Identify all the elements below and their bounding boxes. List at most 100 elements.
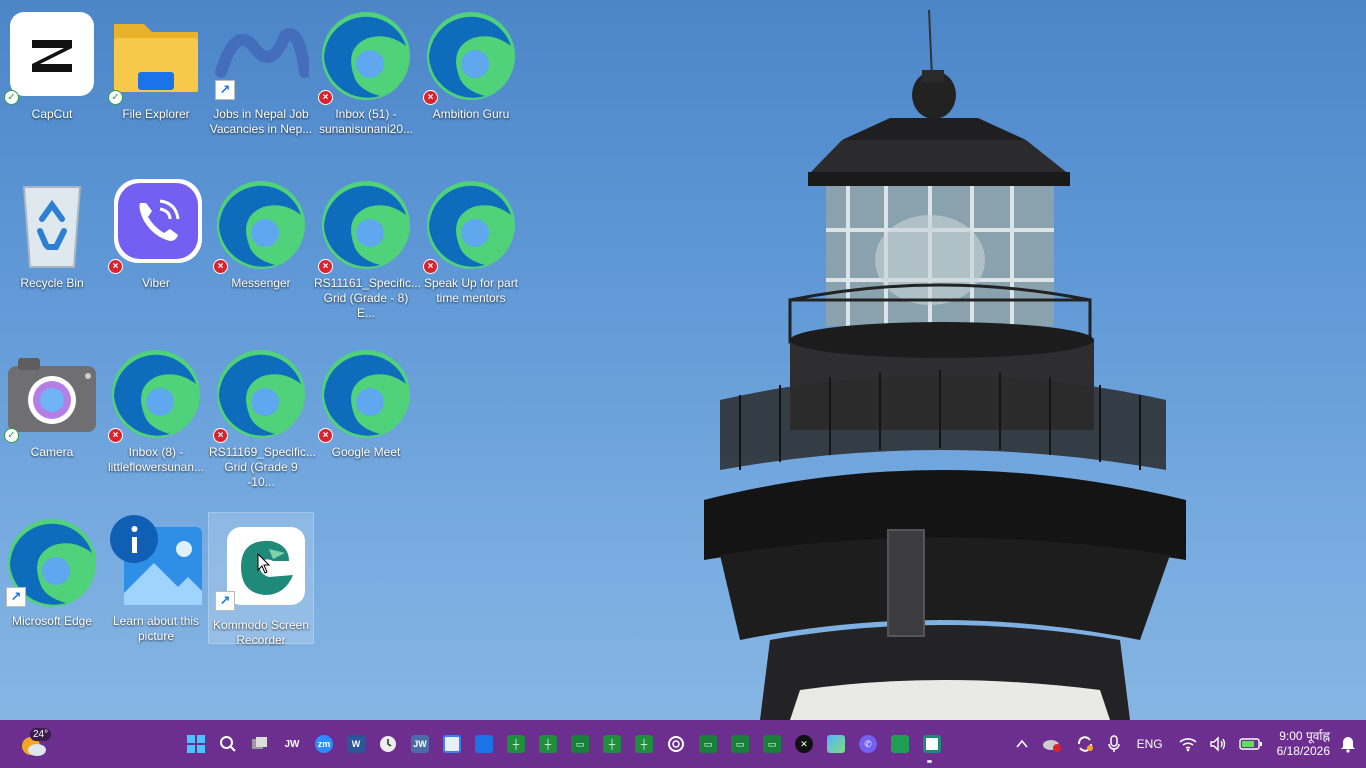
show-hidden-icons-button[interactable] — [1009, 737, 1035, 751]
slides-app-3[interactable]: ▭ — [724, 728, 756, 760]
desktop-icon-camera[interactable]: ✓ Camera — [0, 340, 104, 470]
volume-button[interactable] — [1203, 736, 1233, 752]
learn-picture-icon — [108, 513, 204, 609]
network-button[interactable] — [1173, 736, 1203, 752]
viber-icon: ✆ — [859, 735, 877, 753]
desktop-icon-google-meet[interactable]: × Google Meet — [314, 340, 418, 470]
desktop-icon-speak-up[interactable]: × Speak Up for part time mentors — [419, 171, 523, 305]
weather-temp: 24° — [30, 728, 52, 741]
edge-icon: × — [423, 175, 519, 274]
notepad-app[interactable] — [436, 728, 468, 760]
capcut-app[interactable]: ✕ — [788, 728, 820, 760]
kommodo-app[interactable] — [916, 728, 948, 760]
icon-label: Microsoft Edge — [11, 614, 93, 628]
windows-logo-icon — [187, 735, 205, 753]
slides-app-4[interactable]: ▭ — [756, 728, 788, 760]
desktop-icon-inbox-51[interactable]: × Inbox (51) - sunanisunani20... — [314, 2, 418, 136]
desktop-icon-capcut[interactable]: ✓ CapCut — [0, 2, 104, 132]
search-button[interactable] — [212, 728, 244, 760]
slides-icon: ▭ — [699, 735, 717, 753]
infinity-logo-icon: ↗ — [213, 6, 309, 102]
clock-app[interactable] — [372, 728, 404, 760]
edge-icon: × — [213, 175, 309, 274]
task-view-icon — [252, 737, 267, 749]
mouse-cursor-icon — [257, 553, 271, 574]
cloud-error-icon — [1042, 740, 1061, 752]
icon-label: Inbox (51) - sunanisunani20... — [318, 107, 414, 136]
desktop-icon-file-explorer[interactable]: ✓ File Explorer — [104, 2, 208, 132]
zoom-icon: zm — [315, 735, 333, 753]
desktop-icon-jobs-nepal[interactable]: ↗ Jobs in Nepal Job Vacancies in Nep... — [209, 2, 313, 136]
language-button[interactable]: ENG — [1127, 737, 1173, 751]
desktop-icon-viber[interactable]: × Viber — [104, 171, 208, 301]
sheets-app-2[interactable]: ┼ — [532, 728, 564, 760]
microphone-button[interactable] — [1101, 735, 1127, 753]
slides-app-2[interactable]: ▭ — [692, 728, 724, 760]
battery-button[interactable] — [1233, 737, 1269, 751]
sync-button[interactable] — [1069, 735, 1101, 753]
slides-app-1[interactable]: ▭ — [564, 728, 596, 760]
notes-app[interactable] — [468, 728, 500, 760]
green-app[interactable] — [884, 728, 916, 760]
task-view-button[interactable] — [244, 728, 276, 760]
jw-app-1[interactable]: JW — [276, 728, 308, 760]
desktop-icon-inbox-8[interactable]: × Inbox (8) - littleflowersunan... — [104, 340, 208, 474]
desktop-icon-microsoft-edge[interactable]: ↗ Microsoft Edge — [0, 509, 104, 639]
system-tray: ENG 9:00 पूर्वाह्न 6/18/2026 — [1009, 720, 1366, 768]
notification-bell-icon — [1341, 737, 1355, 753]
sheets-app-4[interactable]: ┼ — [628, 728, 660, 760]
sheets-app-3[interactable]: ┼ — [596, 728, 628, 760]
clock-icon — [380, 736, 396, 752]
sync-error-icon: × — [318, 428, 333, 443]
sync-error-icon: × — [318, 90, 333, 105]
sync-ok-icon: ✓ — [4, 428, 19, 443]
clock-date: 6/18/2026 — [1276, 744, 1330, 758]
clock-button[interactable]: 9:00 पूर्वाह्न 6/18/2026 — [1269, 729, 1336, 759]
icon-label: Speak Up for part time mentors — [423, 276, 519, 305]
icon-label: Kommodo Screen Recorder — [212, 618, 310, 647]
chatgpt-app[interactable] — [660, 728, 692, 760]
desktop-icon-kommodo[interactable]: ↗ Kommodo Screen Recorder — [208, 512, 314, 647]
sync-error-icon: × — [423, 259, 438, 274]
photos-app[interactable] — [820, 728, 852, 760]
battery-charging-icon — [1238, 738, 1262, 750]
desktop-icon-recycle-bin[interactable]: Recycle Bin — [0, 171, 104, 301]
sync-error-icon: × — [108, 428, 123, 443]
word-app[interactable]: W — [340, 728, 372, 760]
start-button[interactable] — [180, 728, 212, 760]
sync-ok-icon: ✓ — [108, 90, 123, 105]
zoom-app[interactable]: zm — [308, 728, 340, 760]
chatgpt-icon — [668, 736, 684, 752]
icon-label: RS11161_Specific... Grid (Grade - 8) E..… — [314, 276, 421, 320]
sheets-app-1[interactable]: ┼ — [500, 728, 532, 760]
onedrive-button[interactable] — [1035, 735, 1069, 753]
jw-library-icon: JW — [411, 735, 429, 753]
sheets-icon: ┼ — [539, 735, 557, 753]
active-app-indicator — [927, 760, 932, 763]
desktop-icon-rs11161[interactable]: × RS11161_Specific... Grid (Grade - 8) E… — [314, 171, 421, 320]
notes-icon — [475, 735, 493, 753]
search-icon — [220, 736, 236, 752]
sheets-icon: ┼ — [603, 735, 621, 753]
microphone-icon — [1107, 735, 1120, 752]
folder-green-icon — [891, 735, 909, 753]
volume-icon — [1209, 736, 1225, 752]
weather-widget[interactable]: 24° — [18, 728, 58, 760]
desktop-icon-messenger[interactable]: × Messenger — [209, 171, 313, 301]
viber-app[interactable]: ✆ — [852, 728, 884, 760]
icon-label: Messenger — [231, 276, 291, 290]
desktop-icon-rs11169[interactable]: × RS11169_Specific... Grid (Grade 9 -10.… — [209, 340, 316, 489]
desktop-icon-learn-picture[interactable]: Learn about this picture — [104, 509, 208, 643]
sync-error-icon: × — [423, 90, 438, 105]
jw-app-2[interactable]: JW — [404, 728, 436, 760]
capcut-icon: ✕ — [795, 735, 813, 753]
icon-label: Camera — [30, 445, 74, 459]
slides-icon: ▭ — [571, 735, 589, 753]
desktop-icon-ambition-guru[interactable]: × Ambition Guru — [419, 2, 523, 132]
icon-label: RS11169_Specific... Grid (Grade 9 -10... — [209, 445, 316, 489]
taskbar-apps: JW zm W JW ┼ ┼ ▭ ┼ ┼ ▭ ▭ ▭ ✕ ✆ — [180, 728, 948, 760]
sync-error-icon: × — [213, 259, 228, 274]
notifications-button[interactable] — [1336, 735, 1366, 753]
sheets-icon: ┼ — [635, 735, 653, 753]
notepad-icon — [443, 735, 461, 753]
